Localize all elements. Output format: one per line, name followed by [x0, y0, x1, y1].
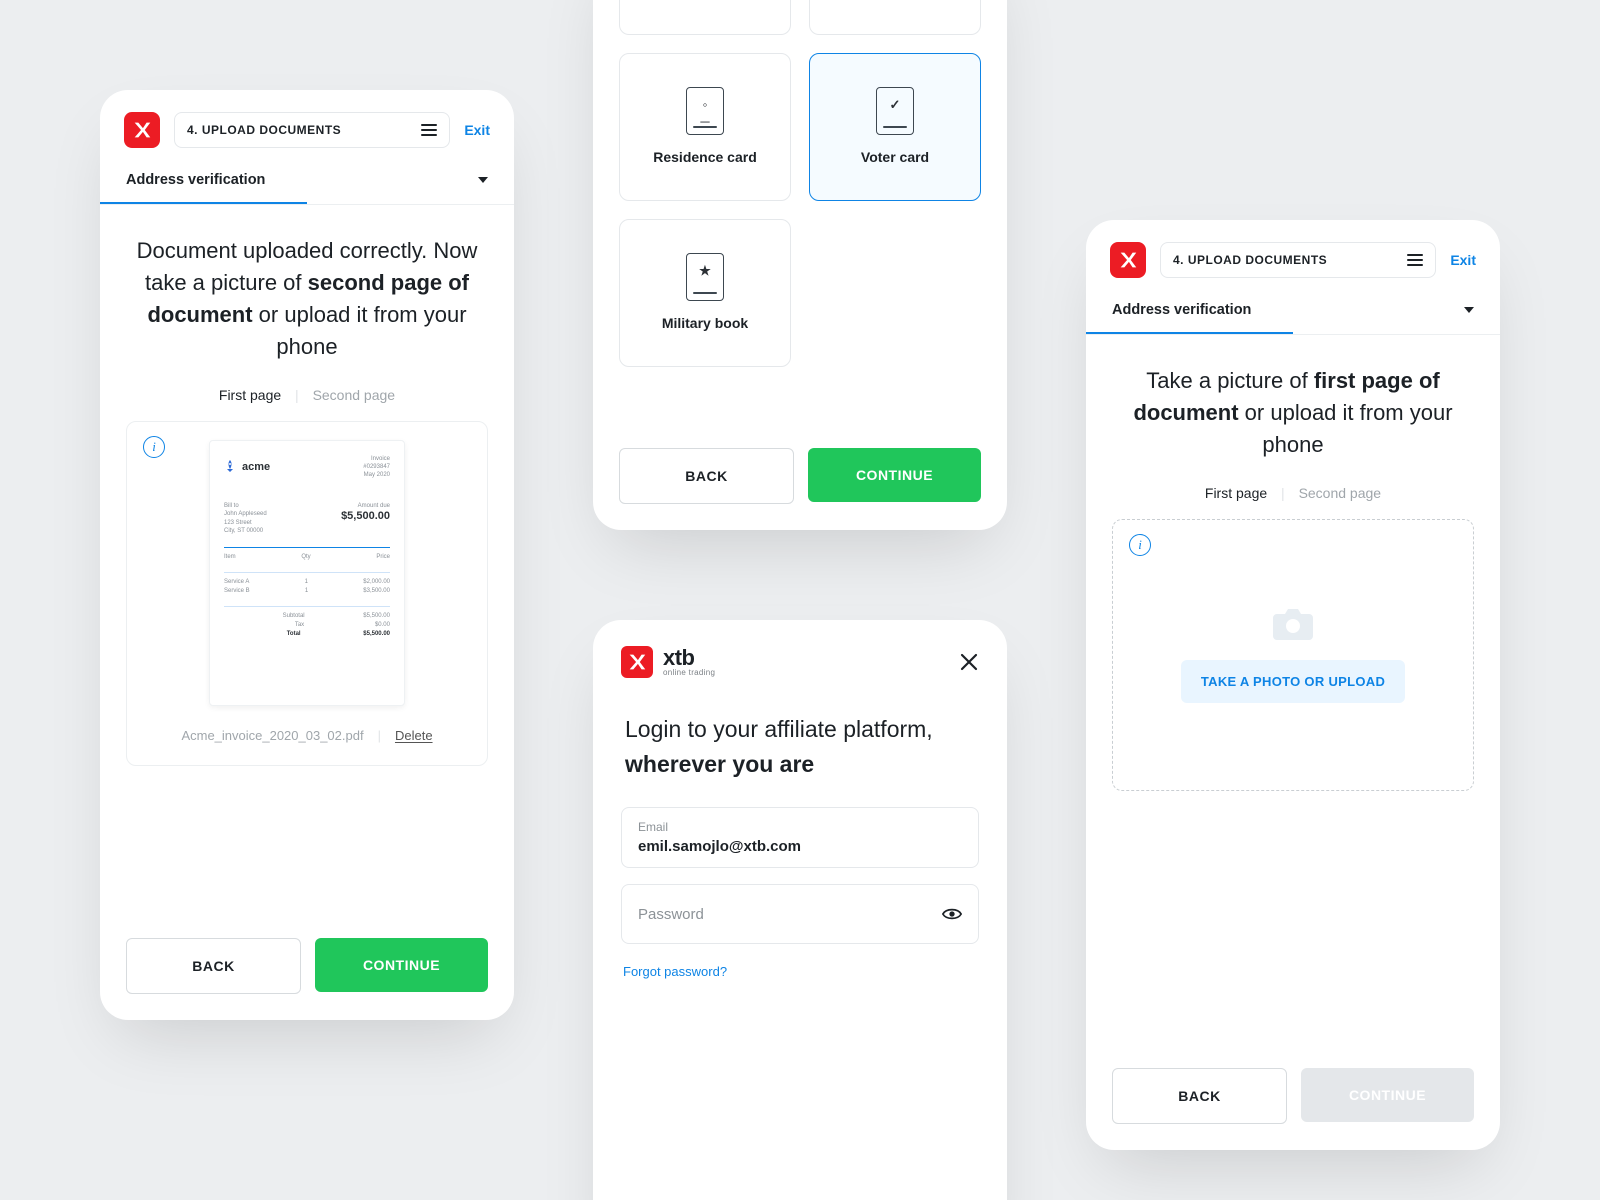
- section-title: Address verification: [126, 172, 265, 188]
- close-icon[interactable]: [959, 652, 979, 672]
- back-button[interactable]: BACK: [126, 938, 301, 994]
- tab-first-page[interactable]: First page: [1205, 485, 1267, 501]
- screen-login: xtb online trading Login to your affilia…: [593, 620, 1007, 1200]
- menu-icon: [1407, 254, 1423, 266]
- login-title: Login to your affiliate platform, wherev…: [593, 678, 1007, 791]
- page-tabs: First page | Second page: [1086, 471, 1500, 519]
- step-selector[interactable]: 4. UPLOAD DOCUMENTS: [1160, 242, 1436, 278]
- logo-icon: [1110, 242, 1146, 278]
- password-field[interactable]: Password: [621, 884, 979, 944]
- logo-icon: [124, 112, 160, 148]
- step-label: 4. UPLOAD DOCUMENTS: [1173, 253, 1327, 267]
- military-book-icon: ★: [686, 253, 724, 301]
- delete-file-link[interactable]: Delete: [395, 728, 433, 743]
- doc-card-military[interactable]: ★ Military book: [619, 219, 791, 367]
- eye-icon[interactable]: [942, 907, 962, 921]
- exit-link[interactable]: Exit: [1450, 252, 1476, 268]
- screen-doc-type: ◦─ Residence card ✓ Voter card ★ Militar…: [593, 0, 1007, 530]
- menu-icon: [421, 124, 437, 136]
- document-thumbnail[interactable]: acme Invoice#0293847May 2020 Bill toJohn…: [209, 440, 405, 706]
- section-dropdown[interactable]: Address verification: [100, 148, 514, 202]
- tab-first-page[interactable]: First page: [219, 387, 281, 403]
- info-icon[interactable]: i: [143, 436, 165, 458]
- doc-card-cropped-1[interactable]: [619, 0, 791, 35]
- email-field[interactable]: Email emil.samojlo@xtb.com: [621, 807, 979, 868]
- section-dropdown[interactable]: Address verification: [1086, 278, 1500, 332]
- doc-card-voter[interactable]: ✓ Voter card: [809, 53, 981, 201]
- tab-second-page[interactable]: Second page: [1299, 485, 1382, 501]
- uploaded-document-preview: i acme Invoice#0293847May 2020 Bill toJo…: [126, 421, 488, 766]
- instruction-text: Document uploaded correctly. Now take a …: [100, 205, 514, 373]
- step-selector[interactable]: 4. UPLOAD DOCUMENTS: [174, 112, 450, 148]
- instruction-text: Take a picture of first page of document…: [1086, 335, 1500, 471]
- chevron-down-icon: [478, 177, 488, 183]
- chevron-down-icon: [1464, 307, 1474, 313]
- screen-upload-success: 4. UPLOAD DOCUMENTS Exit Address verific…: [100, 90, 514, 1020]
- screen-take-photo: 4. UPLOAD DOCUMENTS Exit Address verific…: [1086, 220, 1500, 1150]
- camera-icon: [1271, 606, 1315, 642]
- uploaded-filename: Acme_invoice_2020_03_02.pdf: [181, 728, 363, 743]
- exit-link[interactable]: Exit: [464, 122, 490, 138]
- take-photo-button[interactable]: TAKE A PHOTO OR UPLOAD: [1181, 660, 1405, 703]
- step-label: 4. UPLOAD DOCUMENTS: [187, 123, 341, 137]
- upload-dropzone[interactable]: i TAKE A PHOTO OR UPLOAD: [1112, 519, 1474, 791]
- section-title: Address verification: [1112, 302, 1251, 318]
- doc-card-cropped-2[interactable]: [809, 0, 981, 35]
- continue-button[interactable]: CONTINUE: [315, 938, 488, 992]
- back-button[interactable]: BACK: [619, 448, 794, 504]
- forgot-password-link[interactable]: Forgot password?: [593, 944, 1007, 1009]
- id-card-icon: ◦─: [686, 87, 724, 135]
- tab-second-page[interactable]: Second page: [313, 387, 396, 403]
- brand-logo: xtb online trading: [621, 646, 715, 678]
- voter-card-icon: ✓: [876, 87, 914, 135]
- back-button[interactable]: BACK: [1112, 1068, 1287, 1124]
- continue-button-disabled: CONTINUE: [1301, 1068, 1474, 1122]
- page-tabs: First page | Second page: [100, 373, 514, 421]
- info-icon[interactable]: i: [1129, 534, 1151, 556]
- doc-card-residence[interactable]: ◦─ Residence card: [619, 53, 791, 201]
- continue-button[interactable]: CONTINUE: [808, 448, 981, 502]
